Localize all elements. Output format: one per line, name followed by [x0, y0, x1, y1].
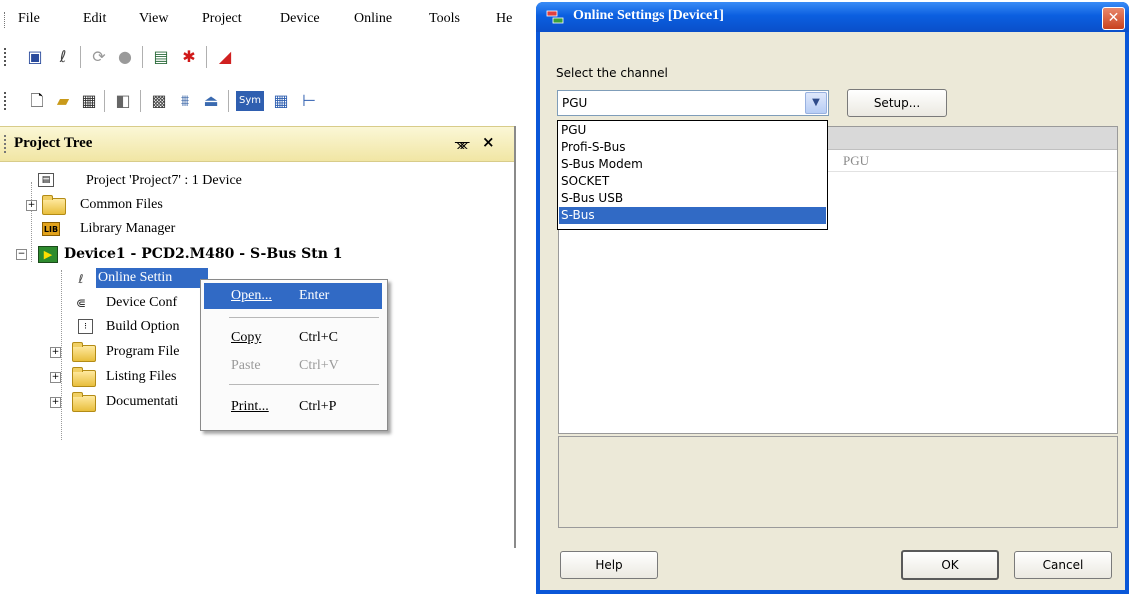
collapse-icon[interactable]: − [16, 249, 27, 260]
menu-edit[interactable]: Edit [83, 11, 106, 27]
expand-icon[interactable]: + [50, 347, 61, 358]
build-icon[interactable]: ▩ [148, 90, 170, 112]
save-all-icon[interactable]: ▦ [78, 90, 100, 112]
list-item[interactable]: S-Bus USB [559, 190, 828, 206]
folder-icon [42, 195, 66, 215]
library-icon: LIB [42, 222, 60, 236]
dialog-client: Select the channel PGU ▼ Setup... PGU PG… [540, 32, 1125, 590]
tree-item-label: Device Conf [106, 295, 178, 310]
tree-item-label: Device1 - PCD2.M480 - S-Bus Stn 1 [64, 246, 343, 262]
channel-dropdown-list: PGU Profi-S-Bus S-Bus Modem SOCKET S-Bus… [557, 120, 828, 230]
grid-cell: PGU [843, 153, 870, 168]
expand-icon[interactable]: + [50, 372, 61, 383]
debug-bug-icon[interactable]: ✱ [178, 46, 200, 68]
tree-item-label: Online Settin [96, 268, 208, 288]
tree-item-label: Library Manager [80, 221, 176, 236]
menu-help[interactable]: He [496, 11, 512, 27]
list-item[interactable]: Profi-S-Bus [559, 139, 828, 155]
folder-icon [72, 367, 96, 387]
dialog-titlebar[interactable]: Online Settings [Device1] ✕ [536, 2, 1129, 32]
help-button[interactable]: Help [560, 551, 658, 579]
toolbar-grip[interactable] [4, 92, 9, 110]
project-icon: ▤ [38, 173, 54, 187]
tree-item-label: Listing Files [106, 369, 177, 384]
hierarchy-icon[interactable]: ⊢ [298, 90, 320, 112]
tree-item-label: Program File [106, 344, 180, 359]
chevron-down-icon[interactable]: ▼ [805, 92, 827, 114]
menu-view[interactable]: View [139, 11, 168, 27]
toolbar-grip[interactable] [4, 48, 9, 66]
channel-select[interactable]: PGU ▼ [557, 90, 829, 116]
standard-toolbar: 🗋 ▰ ▦ ◧ ▩ ⩩ ⏏ Sym ▦ ⊢ [0, 84, 516, 118]
tree-item-label: Build Option [106, 319, 180, 334]
close-icon[interactable]: × [482, 133, 495, 151]
folder-icon [72, 392, 96, 412]
open-icon[interactable]: ▰ [52, 90, 74, 112]
menu-file[interactable]: File [18, 11, 40, 27]
menu-online[interactable]: Online [354, 11, 392, 27]
tree-item-label: Common Files [80, 197, 163, 212]
project-tree-title: Project Tree [14, 135, 93, 151]
panel-grip[interactable] [4, 135, 6, 153]
menu-project[interactable]: Project [202, 11, 242, 27]
list-item[interactable]: S-Bus Modem [559, 156, 828, 172]
new-icon[interactable]: 🗋 [26, 90, 48, 112]
connect-icon[interactable]: ℓ [52, 46, 74, 68]
stop-icon[interactable]: ● [114, 46, 136, 68]
project-tree-header: Project Tree ᚘ × [0, 126, 516, 162]
refresh-icon[interactable]: ⟳ [88, 46, 110, 68]
properties-icon[interactable]: ◧ [112, 90, 134, 112]
cancel-button[interactable]: Cancel [1014, 551, 1112, 579]
table-icon[interactable]: ▦ [270, 90, 292, 112]
menu-item-open[interactable]: Open... Enter [204, 283, 382, 309]
list-item[interactable]: PGU [559, 122, 828, 138]
menu-device[interactable]: Device [280, 11, 320, 27]
expand-icon[interactable]: + [50, 397, 61, 408]
tree-item-label: Project 'Project7' : 1 Device [86, 173, 242, 188]
online-toolbar: ▣ ℓ ⟳ ● ▤ ✱ ◢ [0, 40, 516, 74]
device-icon: ▶ [38, 246, 58, 263]
menu-item-copy[interactable]: Copy Ctrl+C [204, 325, 382, 351]
tree-item-label: Documentati [106, 394, 179, 409]
monitor-icon[interactable]: ▤ [150, 46, 172, 68]
expand-icon[interactable]: + [26, 200, 37, 211]
folder-icon [72, 342, 96, 362]
list-item-selected[interactable]: S-Bus [559, 207, 826, 224]
menu-item-paste: Paste Ctrl+V [231, 358, 339, 373]
online-settings-icon: ℓ [78, 272, 84, 286]
pin-icon[interactable]: ᚘ [455, 135, 469, 149]
menu-separator [229, 317, 379, 318]
menu-tools[interactable]: Tools [429, 11, 460, 27]
online-settings-icon [546, 10, 564, 24]
configurator-icon: ⋐ [75, 296, 87, 310]
tree-connector [31, 182, 32, 262]
diagnostics-icon[interactable]: ◢ [214, 46, 236, 68]
ok-button[interactable]: OK [901, 550, 999, 580]
dialog-title: Online Settings [Device1] [573, 8, 724, 23]
build-options-icon: ⁝ [78, 319, 93, 334]
menu-separator [229, 384, 379, 385]
setup-button[interactable]: Setup... [847, 89, 947, 117]
list-item[interactable]: SOCKET [559, 173, 828, 189]
rebuild-icon[interactable]: ⩩ [174, 90, 196, 112]
online-settings-icon[interactable]: ▣ [24, 46, 46, 68]
description-box [558, 436, 1118, 528]
menu-item-print[interactable]: Print... Ctrl+P [204, 394, 382, 420]
project-manager-window: File Edit View Project Device Online Too… [0, 0, 516, 548]
select-channel-label: Select the channel [556, 66, 668, 80]
close-icon[interactable]: ✕ [1102, 7, 1125, 30]
tree-connector [61, 270, 62, 440]
menubar-grip[interactable] [4, 12, 8, 28]
panel-border [514, 126, 516, 548]
menu-bar: File Edit View Project Device Online Too… [0, 10, 516, 32]
download-icon[interactable]: ⏏ [200, 90, 222, 112]
online-settings-dialog: Online Settings [Device1] ✕ Select the c… [536, 2, 1129, 594]
context-menu: Open... Enter Copy Ctrl+C Paste Ctrl+V P… [200, 279, 388, 431]
symbol-editor-icon[interactable]: Sym [236, 91, 264, 111]
